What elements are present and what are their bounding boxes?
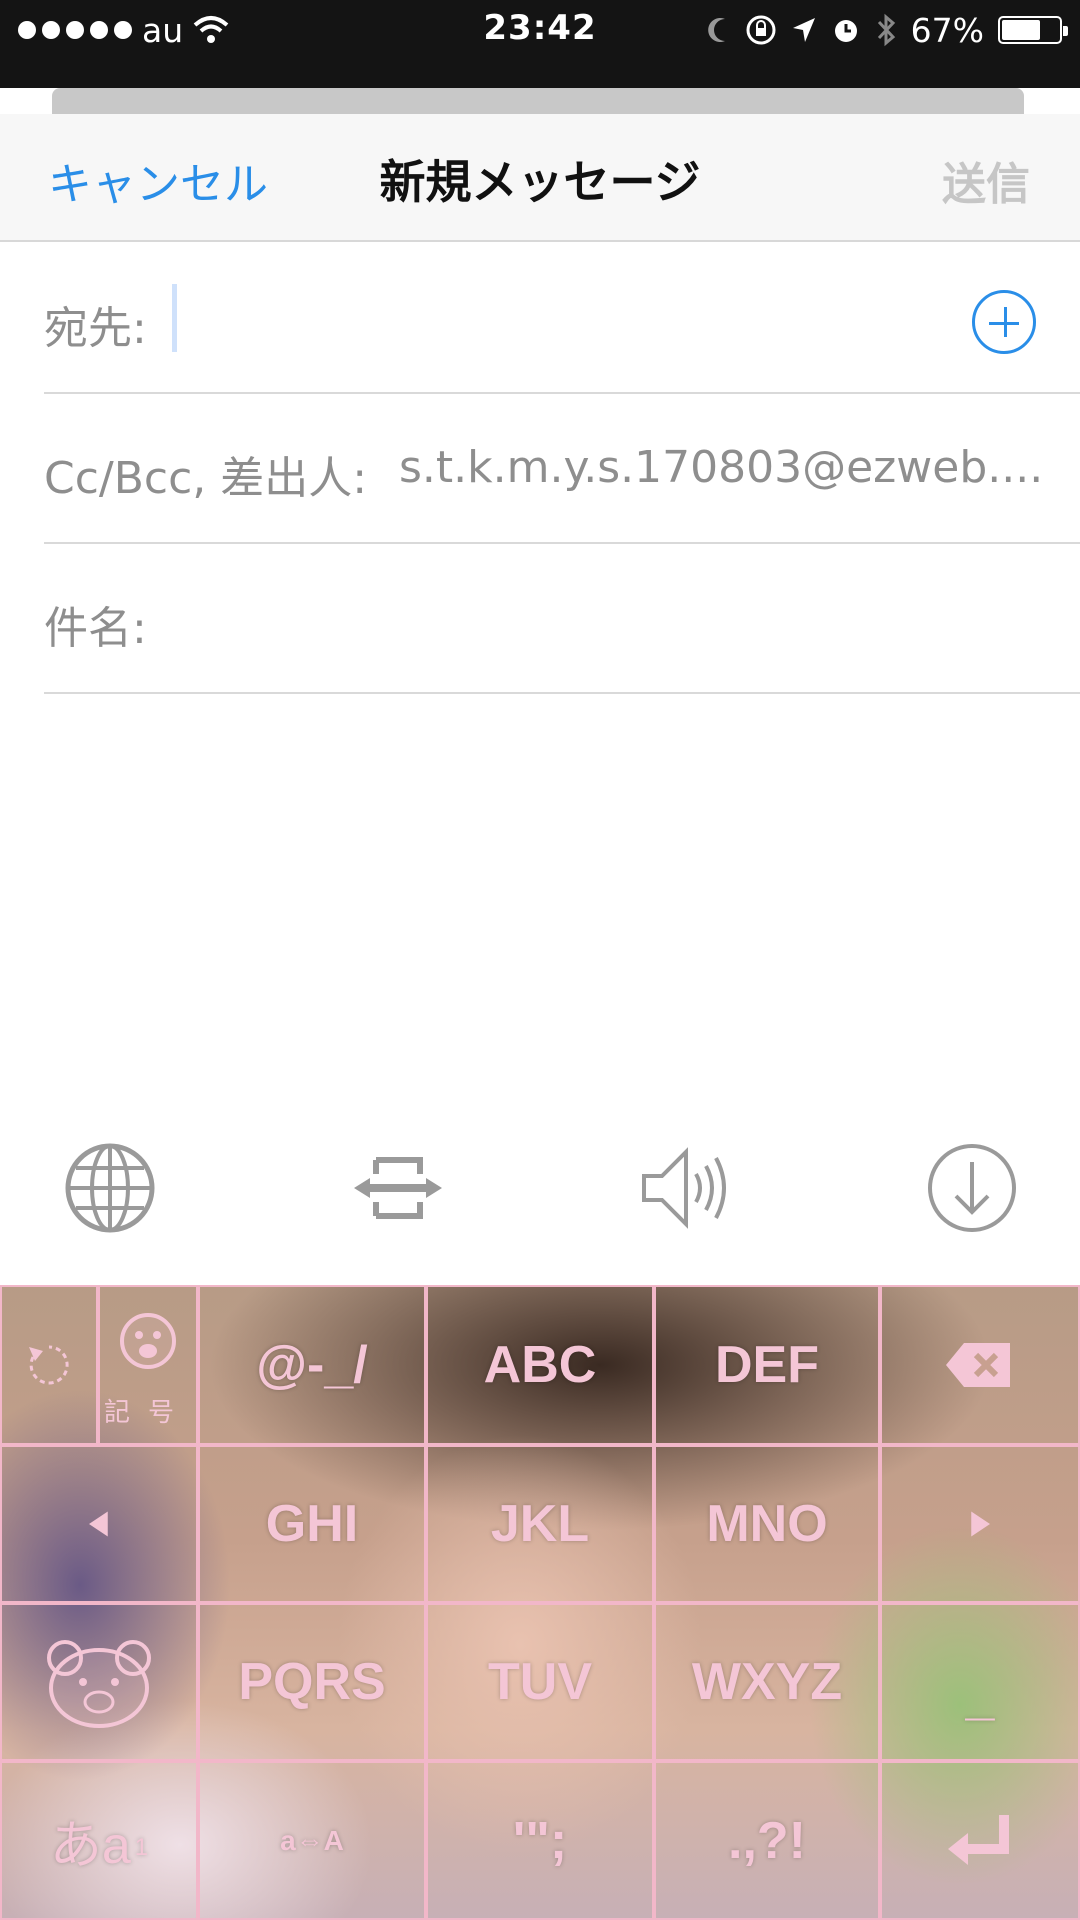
kigou-label: 記号 [103, 1398, 192, 1428]
punctuation-key-2[interactable]: .,?! [654, 1761, 880, 1920]
undo-key[interactable] [0, 1285, 98, 1445]
subject-field[interactable]: 件名: [44, 544, 1080, 694]
add-contact-icon[interactable] [972, 290, 1036, 354]
cc-bcc-from-field[interactable]: Cc/Bcc, 差出人: s.t.k.m.y.s.170803@ezweb...… [44, 394, 1080, 544]
dash-key[interactable]: _ [880, 1603, 1080, 1761]
face-icon [120, 1313, 176, 1369]
key-mno[interactable]: MNO [654, 1445, 880, 1603]
return-icon [948, 1814, 1009, 1865]
left-arrow-key[interactable] [0, 1445, 198, 1603]
key-def[interactable]: DEF [654, 1285, 880, 1445]
keyboard: 記号 @-_/ ABC DEF GHI JKL MNO PQRS TUV WXY… [0, 1285, 1080, 1920]
cursor-arrows-icon[interactable] [348, 1138, 448, 1238]
page-title: 新規メッセージ [379, 155, 701, 209]
emoji-key[interactable] [0, 1603, 198, 1761]
cc-bcc-from-label: Cc/Bcc, 差出人: [44, 453, 368, 504]
right-arrow-key[interactable] [880, 1445, 1080, 1603]
undo-icon [29, 1345, 69, 1385]
globe-icon[interactable] [60, 1138, 160, 1238]
to-field[interactable]: 宛先: [44, 244, 1080, 394]
key-ghi[interactable]: GHI [198, 1445, 426, 1603]
punctuation-key-1[interactable]: '"; [426, 1761, 654, 1920]
dismiss-keyboard-icon[interactable] [922, 1138, 1022, 1238]
case-toggle-key[interactable]: a⇔A [198, 1761, 426, 1920]
text-caret [172, 284, 177, 352]
location-icon [792, 18, 815, 42]
from-address: s.t.k.m.y.s.170803@ezweb.... [399, 442, 1044, 493]
bluetooth-icon [877, 13, 895, 47]
kigou-key[interactable]: 記号 [98, 1285, 198, 1445]
subject-label: 件名: [44, 603, 147, 654]
battery-percent: 67% [910, 10, 984, 50]
input-mode-sup: 1 [134, 1833, 149, 1861]
bear-face-icon [47, 1640, 151, 1728]
keyboard-toolbar [0, 1110, 1080, 1285]
return-key[interactable] [880, 1761, 1080, 1920]
alarm-icon [834, 20, 857, 42]
key-pqrs[interactable]: PQRS [198, 1603, 426, 1761]
backspace-key[interactable] [880, 1285, 1080, 1445]
sheet-edge [52, 88, 1024, 114]
battery-icon [998, 16, 1068, 44]
key-wxyz[interactable]: WXYZ [654, 1603, 880, 1761]
to-label: 宛先: [44, 303, 147, 354]
status-right: 67% [705, 8, 1068, 52]
nav-bar: キャンセル 新規メッセージ 送信 [0, 114, 1080, 242]
backspace-icon [946, 1343, 1010, 1387]
status-bar: au 23:42 67% [0, 0, 1080, 88]
moon-icon [707, 18, 725, 43]
rotation-lock-icon [746, 15, 776, 45]
left-arrow-icon [89, 1511, 108, 1537]
send-button[interactable]: 送信 [942, 148, 1030, 212]
input-mode-label: あa [49, 1817, 131, 1875]
input-mode-key[interactable]: あa 1 [0, 1761, 198, 1920]
right-arrow-icon [971, 1511, 990, 1537]
speaker-icon[interactable] [636, 1138, 736, 1238]
key-tuv[interactable]: TUV [426, 1603, 654, 1761]
key-abc[interactable]: ABC [426, 1285, 654, 1445]
key-jkl[interactable]: JKL [426, 1445, 654, 1603]
key-at-symbols[interactable]: @-_/ [198, 1285, 426, 1445]
